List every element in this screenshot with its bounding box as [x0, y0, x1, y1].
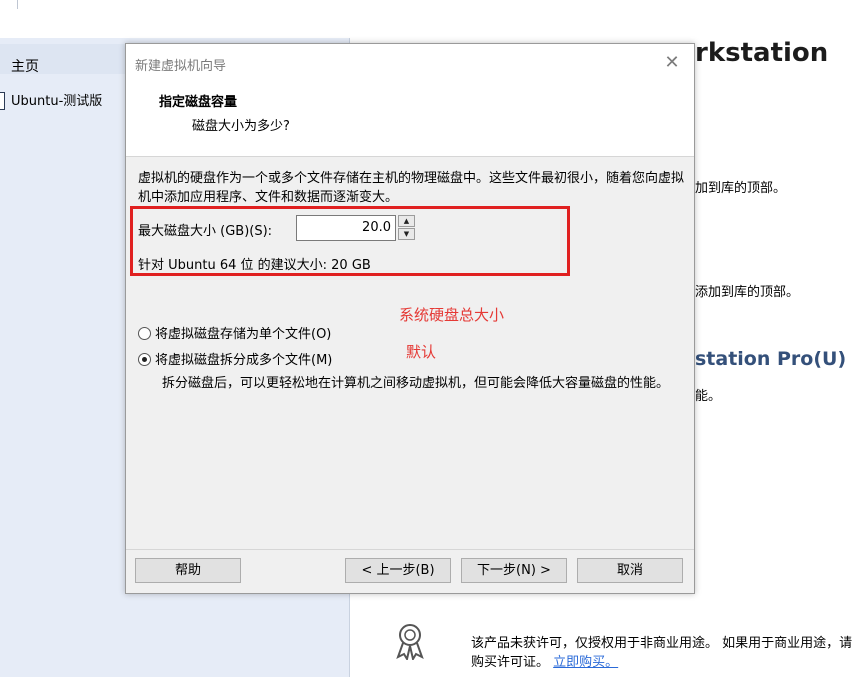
annotation-highlight-box [130, 206, 570, 276]
license-notice: 该产品未获许可，仅授权用于非商业用途。 如果用于商业用途，请购买许可证。 立即购… [471, 634, 856, 672]
option-label: 将虚拟磁盘存储为单个文件(O) [155, 327, 332, 342]
radio-split-files[interactable] [138, 353, 151, 366]
new-vm-wizard-dialog: 新建虚拟机向导 ✕ 指定磁盘容量 磁盘大小为多少? 虚拟机的硬盘作为一个或多个文… [125, 43, 695, 594]
home-text: 能。 [695, 389, 722, 404]
disk-description: 虚拟机的硬盘作为一个或多个文件存储在主机的物理磁盘中。这些文件最初很小，随着您向… [138, 171, 685, 205]
annotation-note: 默认 [406, 343, 437, 361]
step-heading: 指定磁盘容量 [159, 95, 238, 110]
radio-single-file[interactable] [138, 327, 151, 340]
license-text: 该产品未获许可，仅授权用于非商业用途。 如果用于商业用途，请购买许可证。 [471, 636, 853, 670]
toolbar-divider [17, 0, 18, 9]
dialog-title: 新建虚拟机向导 [135, 59, 227, 74]
vm-icon [0, 92, 5, 110]
license-badge-icon [396, 624, 424, 660]
next-button[interactable]: 下一步(N) > [461, 558, 567, 583]
cancel-button[interactable]: 取消 [577, 558, 683, 583]
back-button[interactable]: < 上一步(B) [345, 558, 451, 583]
pro-title[interactable]: station Pro(U) [695, 348, 846, 370]
buy-now-link[interactable]: 立即购买。 [553, 655, 618, 670]
annotation-note: 系统硬盘总大小 [399, 306, 505, 324]
dialog-header: 新建虚拟机向导 ✕ 指定磁盘容量 磁盘大小为多少? [126, 44, 694, 156]
home-text: 添加到库的顶部。 [695, 285, 800, 300]
help-button[interactable]: 帮助 [135, 558, 241, 583]
option-label: 将虚拟磁盘拆分成多个文件(M) [155, 353, 333, 368]
sidebar-item-label: 主页 [11, 59, 39, 75]
split-description: 拆分磁盘后，可以更轻松地在计算机之间移动虚拟机，但可能会降低大容量磁盘的性能。 [162, 376, 670, 391]
header-divider [126, 156, 694, 157]
footer-divider [126, 549, 694, 550]
app-toolbar [0, 0, 862, 38]
close-icon[interactable]: ✕ [661, 52, 683, 74]
option-single-file[interactable]: 将虚拟磁盘存储为单个文件(O) [138, 323, 331, 342]
step-subheading: 磁盘大小为多少? [192, 119, 290, 134]
sidebar-item-label: Ubuntu-测试版 [11, 94, 103, 109]
product-title: rkstation [695, 38, 829, 68]
option-split-files[interactable]: 将虚拟磁盘拆分成多个文件(M) [138, 349, 332, 368]
home-text: 加到库的顶部。 [695, 181, 787, 196]
